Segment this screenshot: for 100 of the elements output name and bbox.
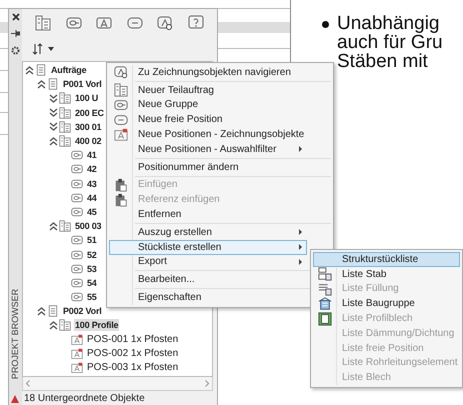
list-document-icon bbox=[59, 135, 71, 148]
list-document-icon bbox=[59, 319, 71, 332]
chain-icon bbox=[71, 248, 83, 261]
tree-item[interactable]: 400 02 bbox=[74, 135, 102, 148]
tree-item[interactable]: 54 bbox=[86, 276, 98, 289]
expand-icon[interactable] bbox=[49, 94, 58, 103]
tree-item[interactable]: 45 bbox=[86, 206, 98, 218]
expand-icon[interactable] bbox=[49, 122, 58, 132]
menu-item[interactable]: Stückliste erstellen bbox=[109, 240, 307, 255]
tree-item[interactable]: 500 03 bbox=[74, 220, 102, 232]
tree-item[interactable]: 41 bbox=[86, 149, 98, 162]
tree-item[interactable]: 55 bbox=[86, 291, 98, 304]
letter-a-icon bbox=[71, 348, 83, 360]
help-icon bbox=[188, 15, 204, 31]
list-document-icon bbox=[35, 15, 52, 31]
chain-icon bbox=[71, 262, 83, 275]
collapse-icon[interactable] bbox=[49, 320, 58, 330]
chain-icon bbox=[71, 178, 83, 190]
chain-icon bbox=[71, 291, 83, 304]
collapse-icon[interactable] bbox=[37, 80, 46, 89]
tree-item[interactable]: 100 U bbox=[74, 92, 100, 104]
sort-button[interactable] bbox=[32, 43, 54, 55]
menu-item[interactable]: Eigenschaften bbox=[109, 290, 307, 305]
sheet-icon bbox=[318, 312, 332, 326]
chain-icon bbox=[71, 234, 83, 246]
tree-item[interactable]: 43 bbox=[86, 178, 98, 190]
tree-item[interactable]: 44 bbox=[86, 192, 98, 204]
close-icon[interactable] bbox=[12, 13, 20, 21]
list-document-icon bbox=[114, 83, 128, 98]
sort-arrows-icon bbox=[32, 43, 44, 55]
tree-item[interactable]: Aufträge bbox=[50, 64, 88, 76]
menu-item[interactable]: Strukturstückliste bbox=[313, 252, 460, 267]
scroll-right-icon[interactable] bbox=[205, 380, 209, 387]
list-document-icon bbox=[59, 120, 71, 133]
lines-icon bbox=[318, 282, 332, 296]
chain-icon bbox=[71, 206, 83, 218]
menu-item[interactable]: Neue freie Position bbox=[109, 112, 307, 128]
tree-item[interactable]: P002 Vorl bbox=[62, 305, 103, 318]
tree-item[interactable]: 300 01 bbox=[74, 120, 102, 133]
menu-item[interactable]: Bearbeiten... bbox=[109, 272, 307, 288]
tree-item[interactable]: P001 Vorl bbox=[62, 78, 103, 90]
slide-text: auch für Gru bbox=[337, 33, 443, 52]
chain-icon bbox=[71, 149, 83, 162]
slide-text: Stäben mit bbox=[337, 52, 429, 71]
letter-a-icon bbox=[114, 128, 128, 142]
expand-icon[interactable] bbox=[49, 108, 58, 118]
document-icon bbox=[47, 305, 59, 318]
menu-item[interactable]: Liste Stab bbox=[313, 266, 460, 282]
horizontal-scrollbar[interactable] bbox=[22, 377, 213, 391]
collapse-icon[interactable] bbox=[49, 222, 58, 231]
clipboard-icon bbox=[114, 178, 128, 192]
tree-item[interactable]: 53 bbox=[86, 262, 98, 275]
letter-a-icon bbox=[71, 362, 83, 374]
menu-item[interactable]: Auszug erstellen bbox=[109, 224, 307, 240]
chain-icon bbox=[71, 163, 83, 176]
chain-icon bbox=[114, 98, 128, 112]
chain-icon bbox=[71, 192, 83, 204]
clipboard-icon bbox=[114, 192, 128, 207]
tree-item[interactable]: 42 bbox=[86, 163, 98, 176]
dash-icon bbox=[126, 15, 143, 31]
letter-a-icon bbox=[96, 15, 112, 31]
list-document-icon bbox=[59, 92, 71, 104]
house-icon bbox=[318, 296, 332, 311]
collapse-icon[interactable] bbox=[37, 306, 46, 316]
settings-icon[interactable] bbox=[11, 46, 20, 55]
menu-item[interactable]: Positionummer ändern bbox=[109, 160, 307, 175]
collapse-icon[interactable] bbox=[49, 136, 58, 146]
pin-icon[interactable] bbox=[11, 29, 20, 38]
tree-item[interactable]: 52 bbox=[86, 248, 98, 261]
tree-item[interactable]: POS-001 1x Pfosten bbox=[86, 334, 180, 346]
tree-item[interactable]: 100 Profile bbox=[74, 319, 120, 332]
stacked-frames-icon bbox=[318, 267, 332, 282]
caret-icon bbox=[48, 47, 54, 51]
menu-item[interactable]: Entfernen bbox=[109, 207, 307, 222]
triangle-icon bbox=[11, 395, 19, 403]
document-icon bbox=[35, 64, 47, 76]
dash-icon bbox=[114, 112, 128, 127]
bullet-icon bbox=[322, 21, 329, 28]
chain-icon bbox=[66, 15, 82, 31]
menu-item[interactable]: Zu Zeichnungsobjekten navigieren bbox=[109, 65, 307, 80]
tree-item[interactable]: 51 bbox=[86, 234, 98, 246]
document-icon bbox=[47, 78, 59, 90]
menu-item[interactable]: Neue Positionen - Zeichnungsobjekte bbox=[109, 127, 307, 142]
collapse-icon[interactable] bbox=[25, 66, 34, 75]
panel-title: PROJEKT BROWSER bbox=[10, 288, 20, 381]
status-text: 18 Untergeordnete Objekte bbox=[24, 392, 145, 404]
slide-text: Unabhängig bbox=[337, 14, 440, 33]
menu-item[interactable]: Liste Baugruppe bbox=[313, 296, 460, 312]
scroll-left-icon[interactable] bbox=[26, 380, 30, 387]
tree-item[interactable]: 200 EC bbox=[74, 106, 105, 119]
list-document-icon bbox=[59, 220, 71, 232]
list-document-icon bbox=[59, 106, 71, 119]
menu-item[interactable]: Neue Positionen - Auswahlfilter bbox=[109, 142, 307, 157]
menu-item[interactable]: Export bbox=[109, 254, 307, 270]
tree-item[interactable]: POS-003 1x Pfosten bbox=[86, 362, 180, 374]
menu-item[interactable]: Neuer Teilauftrag bbox=[109, 82, 307, 98]
letter-a-icon bbox=[71, 334, 83, 346]
chain-icon bbox=[71, 276, 83, 289]
tree-item[interactable]: POS-002 1x Pfosten bbox=[86, 348, 180, 360]
menu-item[interactable]: Neue Gruppe bbox=[109, 98, 307, 112]
